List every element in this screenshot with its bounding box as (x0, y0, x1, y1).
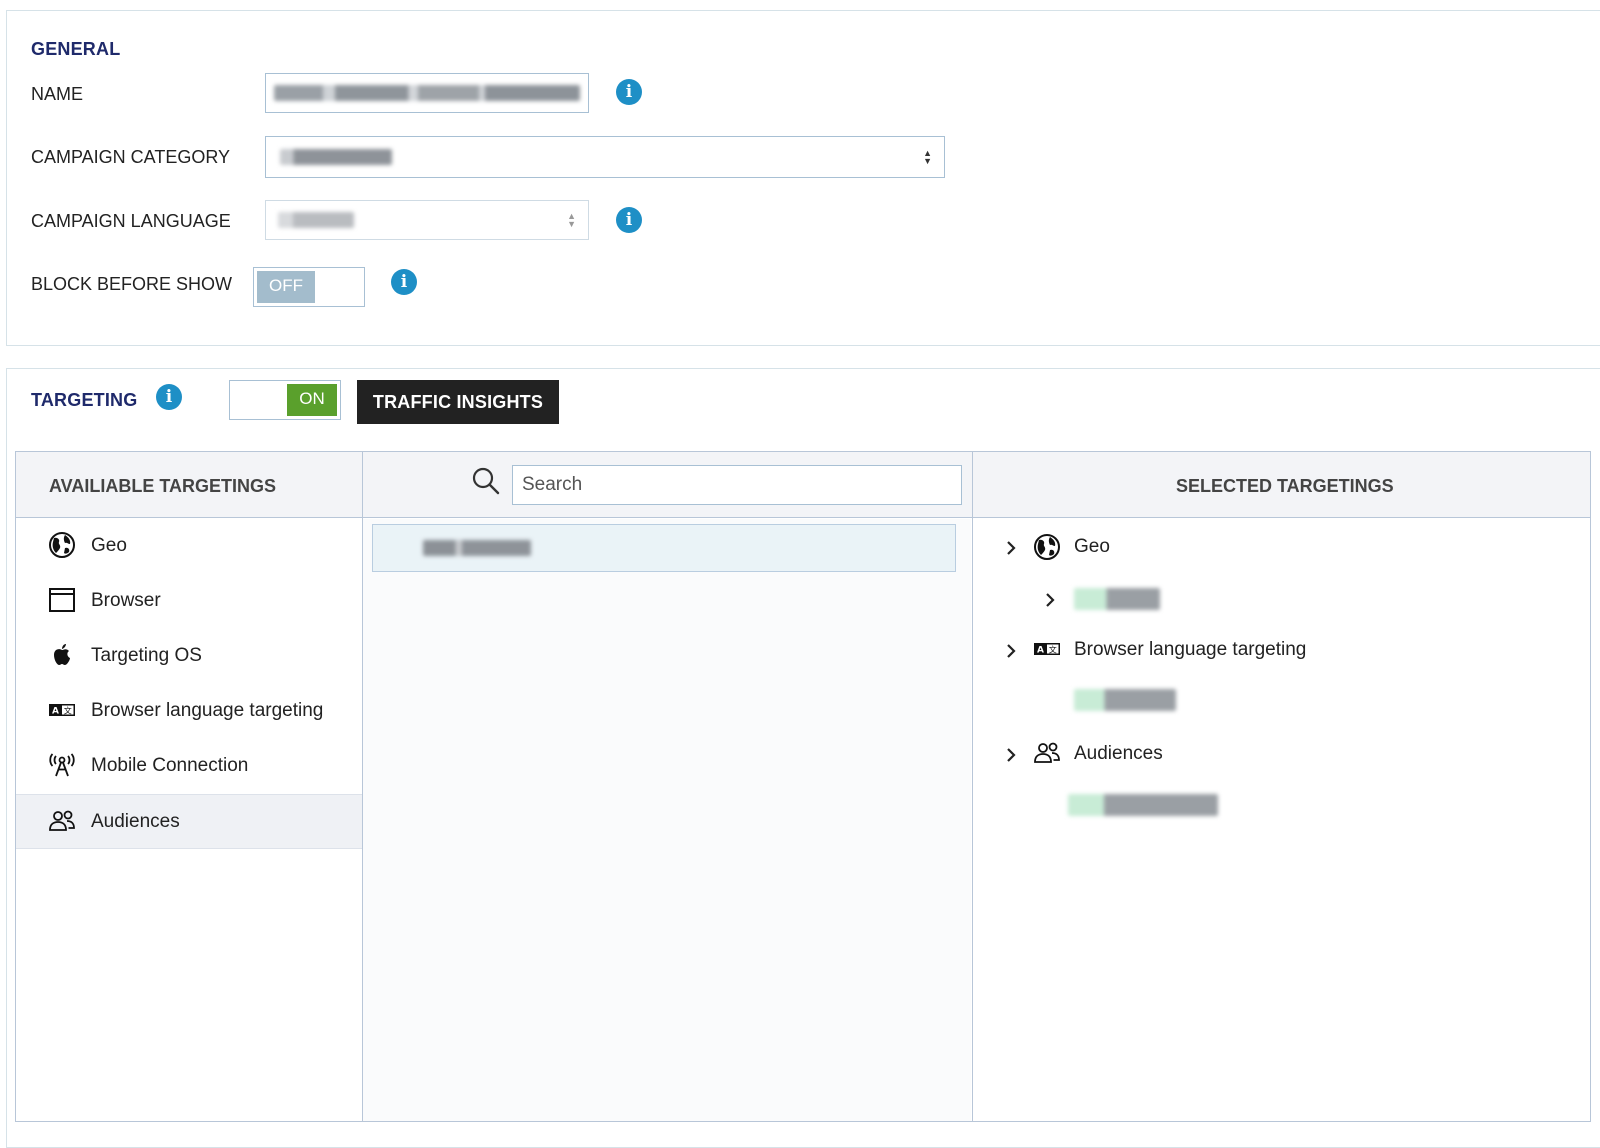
targeting-info-icon[interactable]: i (156, 384, 182, 410)
block-label: BLOCK BEFORE SHOW (31, 274, 233, 294)
chevron-right-icon[interactable] (1042, 592, 1058, 608)
language-label: CAMPAIGN LANGUAGE (31, 211, 231, 231)
targeting-toggle[interactable]: ON (229, 380, 341, 420)
option-row[interactable] (372, 524, 956, 572)
antenna-icon (49, 753, 75, 777)
selected-header: SELECTED TARGETINGS (1176, 476, 1394, 496)
traffic-insights-button[interactable]: TRAFFIC INSIGHTS (357, 380, 559, 424)
general-panel: GENERAL NAME i CAMPAIGN CATEGORY ▲ ▼ CAMP… (6, 10, 1600, 346)
block-info-icon[interactable]: i (391, 269, 417, 295)
globe-icon (49, 532, 75, 558)
targeting-widget: AVAILIABLE TARGETINGS SELECTED TARGETING… (15, 451, 1591, 1122)
svg-text:A: A (52, 707, 59, 717)
selected-language-label: Browser language targeting (1074, 639, 1307, 660)
available-item-mobile-connection[interactable]: Mobile Connection (16, 739, 362, 794)
targeting-options-list (363, 519, 971, 1121)
available-header: AVAILIABLE TARGETINGS (49, 476, 276, 496)
available-item-label: Browser (91, 590, 161, 611)
available-item-targeting-os[interactable]: Targeting OS (16, 629, 362, 684)
available-item-label: Browser language targeting (91, 700, 324, 721)
people-icon (49, 810, 75, 831)
language-info-icon[interactable]: i (616, 207, 642, 233)
selected-targetings-tree: Geo A 文 Browser language targeting Audie… (973, 519, 1590, 1121)
select-arrows-icon: ▲ ▼ (923, 148, 932, 166)
targeting-title: TARGETING (31, 390, 138, 410)
select-arrows-icon: ▲ ▼ (567, 211, 576, 229)
option-value-redacted (423, 540, 531, 556)
selected-geo-label: Geo (1074, 536, 1110, 557)
general-title: GENERAL (31, 39, 121, 59)
chevron-right-icon[interactable] (1003, 540, 1019, 556)
available-item-browser-language[interactable]: A 文 Browser language targeting (16, 684, 362, 739)
name-label: NAME (31, 84, 84, 104)
selected-language-child-redacted[interactable] (1074, 689, 1176, 711)
campaign-language-select[interactable]: ▲ ▼ (265, 200, 589, 240)
available-item-browser[interactable]: Browser (16, 574, 362, 629)
block-before-show-toggle[interactable]: OFF (253, 267, 365, 307)
name-value-redacted (274, 85, 580, 101)
selected-audience-child-redacted[interactable] (1068, 794, 1218, 816)
chevron-right-icon[interactable] (1003, 747, 1019, 763)
available-item-audiences[interactable]: Audiences (16, 794, 362, 849)
language-icon: A 文 (49, 704, 75, 717)
category-value-redacted (280, 149, 392, 165)
svg-text:文: 文 (64, 706, 72, 716)
name-info-icon[interactable]: i (616, 79, 642, 105)
available-item-label: Audiences (91, 811, 180, 832)
campaign-category-select[interactable]: ▲ ▼ (265, 136, 945, 178)
language-value-redacted (278, 212, 354, 228)
toggle-on-knob: ON (287, 384, 337, 416)
toggle-off-knob: OFF (257, 271, 315, 303)
svg-text:文: 文 (1049, 645, 1057, 655)
available-item-label: Geo (91, 535, 127, 556)
category-label: CAMPAIGN CATEGORY (31, 147, 231, 167)
targeting-widget-header: AVAILIABLE TARGETINGS SELECTED TARGETING… (16, 452, 1590, 518)
chevron-right-icon[interactable] (1003, 643, 1019, 659)
apple-icon (54, 644, 70, 665)
selected-audiences-label: Audiences (1074, 743, 1163, 764)
globe-icon (1034, 534, 1060, 560)
svg-text:A: A (1037, 646, 1044, 656)
available-targetings-list: Geo Browser Targeting OS A 文 Browser lan (16, 519, 362, 1121)
available-item-geo[interactable]: Geo (16, 519, 362, 574)
search-icon (472, 467, 500, 495)
browser-window-icon (49, 588, 75, 612)
name-input[interactable] (265, 73, 589, 113)
selected-geo-child-redacted[interactable] (1074, 588, 1160, 610)
available-item-label: Mobile Connection (91, 755, 249, 776)
search-input[interactable] (512, 465, 962, 505)
language-icon: A 文 (1034, 643, 1060, 656)
available-item-label: Targeting OS (91, 645, 202, 666)
people-icon (1034, 742, 1060, 763)
